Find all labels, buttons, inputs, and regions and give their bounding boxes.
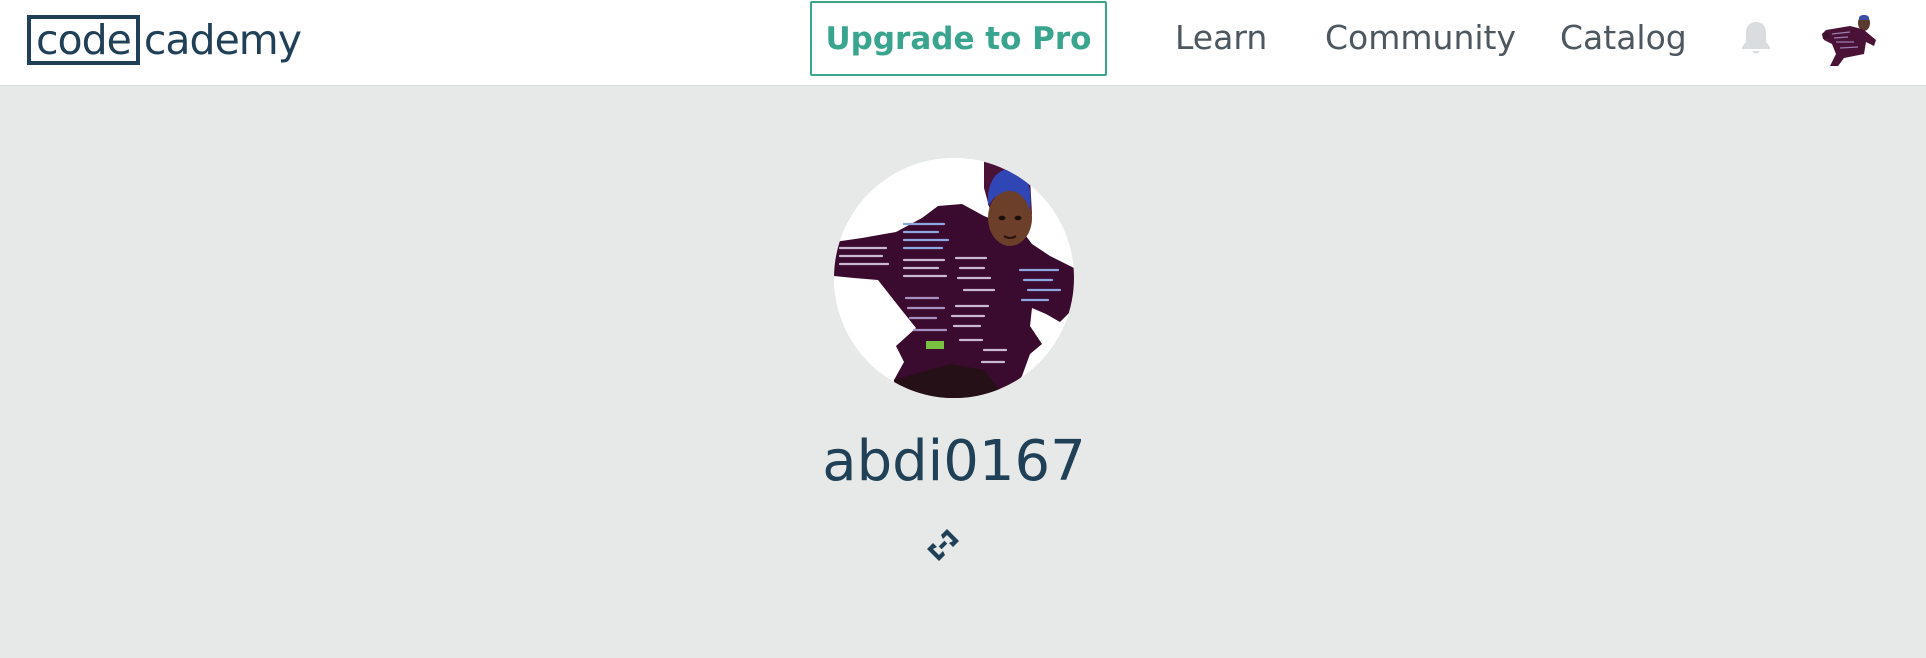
profile-photo-image [834, 158, 1074, 398]
nav-catalog[interactable]: Catalog [1560, 14, 1687, 62]
logo-boxed-text: code [27, 15, 140, 65]
link-icon[interactable] [925, 527, 961, 563]
logo-rest-text: cademy [143, 16, 302, 64]
user-avatar[interactable] [1820, 12, 1878, 66]
upgrade-to-pro-button[interactable]: Upgrade to Pro [810, 1, 1107, 76]
nav-community[interactable]: Community [1325, 14, 1516, 62]
top-navigation-bar: code cademy Upgrade to Pro Learn Communit… [0, 0, 1926, 86]
profile-username: abdi0167 [822, 429, 1086, 494]
profile-photo [834, 158, 1074, 398]
nav-learn[interactable]: Learn [1175, 14, 1267, 62]
codecademy-logo[interactable]: code cademy [27, 14, 302, 66]
bell-icon[interactable] [1740, 20, 1772, 56]
